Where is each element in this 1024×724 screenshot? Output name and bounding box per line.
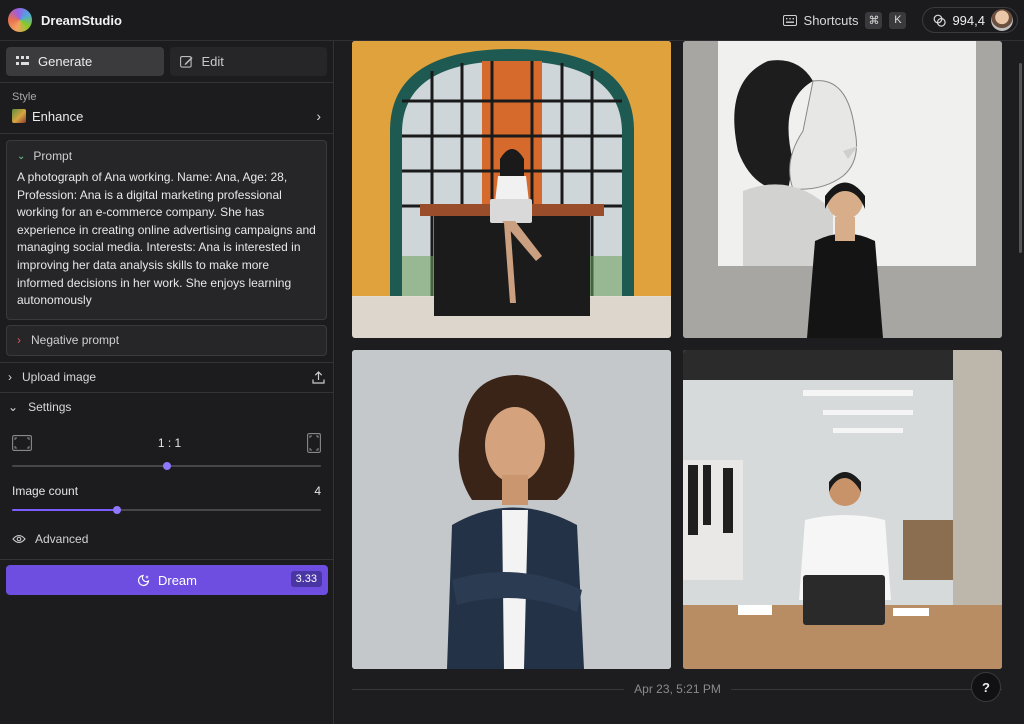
generated-image-1[interactable] [352,41,671,338]
prompt-textarea[interactable]: A photograph of Ana working. Name: Ana, … [7,169,326,319]
eye-icon [12,534,26,543]
aspect-ratio-slider[interactable] [12,459,321,473]
chevron-right-icon: › [17,333,21,348]
k-key: K [889,11,907,29]
dream-button[interactable]: Dream 3.33 [6,565,328,595]
credits-value: 994,4 [952,12,985,28]
settings-header[interactable]: ⌄ Settings [0,393,333,422]
upload-image-label: Upload image [22,370,97,385]
generated-image-2[interactable] [683,41,1002,338]
upload-image-row[interactable]: › Upload image [0,363,333,392]
advanced-toggle[interactable]: Advanced [12,532,321,546]
image-count-label: Image count [12,483,79,498]
tab-generate[interactable]: Generate [6,47,164,76]
image-count-value: 4 [314,483,321,498]
top-bar: DreamStudio Shortcuts ⌘ K 994,4 [0,0,1024,41]
command-key: ⌘ [865,11,883,29]
shortcuts-label: Shortcuts [803,12,859,28]
dream-label: Dream [157,572,197,588]
negative-prompt-label: Negative prompt [31,333,120,348]
results-area: Apr 23, 5:21 PM ? [335,41,1024,724]
moon-sparkle-icon [137,574,150,586]
image-count-row: Image count 4 [12,484,321,498]
style-label: Style [12,91,37,103]
slider-thumb[interactable] [113,505,122,514]
settings-label: Settings [28,400,72,415]
dream-cost-badge: 3.33 [290,571,322,587]
negative-prompt-toggle[interactable]: › Negative prompt [6,324,327,356]
prompt-header[interactable]: ⌄ Prompt [7,141,326,169]
style-value-row[interactable]: Enhance › [12,108,321,124]
landscape-aspect-icon[interactable] [12,434,32,451]
image-1-graphic [352,41,671,316]
divider [0,559,333,560]
top-right-controls: Shortcuts ⌘ K 994,4 [782,7,1018,33]
sidebar: Generate Edit Style Enhance › ⌄ Prompt A… [0,41,334,724]
edit-icon [179,56,193,68]
chevron-down-icon: ⌄ [17,150,26,162]
generated-image-3[interactable] [352,350,671,669]
image-2-graphic [683,41,1002,338]
divider [0,133,333,134]
tab-edit-label: Edit [201,54,224,69]
style-value: Enhance [32,108,84,124]
shortcuts-button[interactable]: Shortcuts ⌘ K [782,11,907,29]
image-3-graphic [352,350,671,669]
dreamstudio-logo-icon[interactable] [8,8,32,32]
slider-fill [12,508,118,511]
image-count-slider[interactable] [12,503,321,517]
aspect-ratio-row: 1 : 1 [12,432,321,454]
timestamp-text: Apr 23, 5:21 PM [624,682,731,696]
slider-thumb[interactable] [162,461,171,470]
keyboard-icon [782,14,797,26]
generated-image-4[interactable] [683,350,1002,669]
tab-edit[interactable]: Edit [169,47,327,76]
coins-icon [934,14,947,27]
help-button[interactable]: ? [971,672,1001,702]
prompt-label: Prompt [33,149,73,163]
portrait-aspect-icon[interactable] [307,432,321,453]
style-selector[interactable]: Style Enhance › [0,83,333,133]
tab-generate-label: Generate [38,54,93,69]
scrollbar[interactable] [1019,63,1022,253]
prompt-panel: ⌄ Prompt A photograph of Ana working. Na… [6,140,327,320]
advanced-label: Advanced [35,531,89,546]
mode-tabs: Generate Edit [0,41,333,82]
user-avatar[interactable] [991,9,1013,31]
grid-icon [16,56,29,65]
chevron-right-icon: › [316,108,321,124]
generation-timestamp: Apr 23, 5:21 PM [335,682,1020,696]
chevron-right-icon: › [8,370,12,385]
aspect-ratio-value: 1 : 1 [157,435,182,450]
settings-panel: 1 : 1 Image count 4 Advanced [0,432,333,546]
style-thumbnail-icon [12,109,26,123]
chevron-down-icon: ⌄ [8,400,19,415]
credits-button[interactable]: 994,4 [922,7,1018,33]
upload-icon[interactable] [312,370,325,384]
app-title: DreamStudio [41,12,122,28]
image-4-graphic [683,350,1002,669]
